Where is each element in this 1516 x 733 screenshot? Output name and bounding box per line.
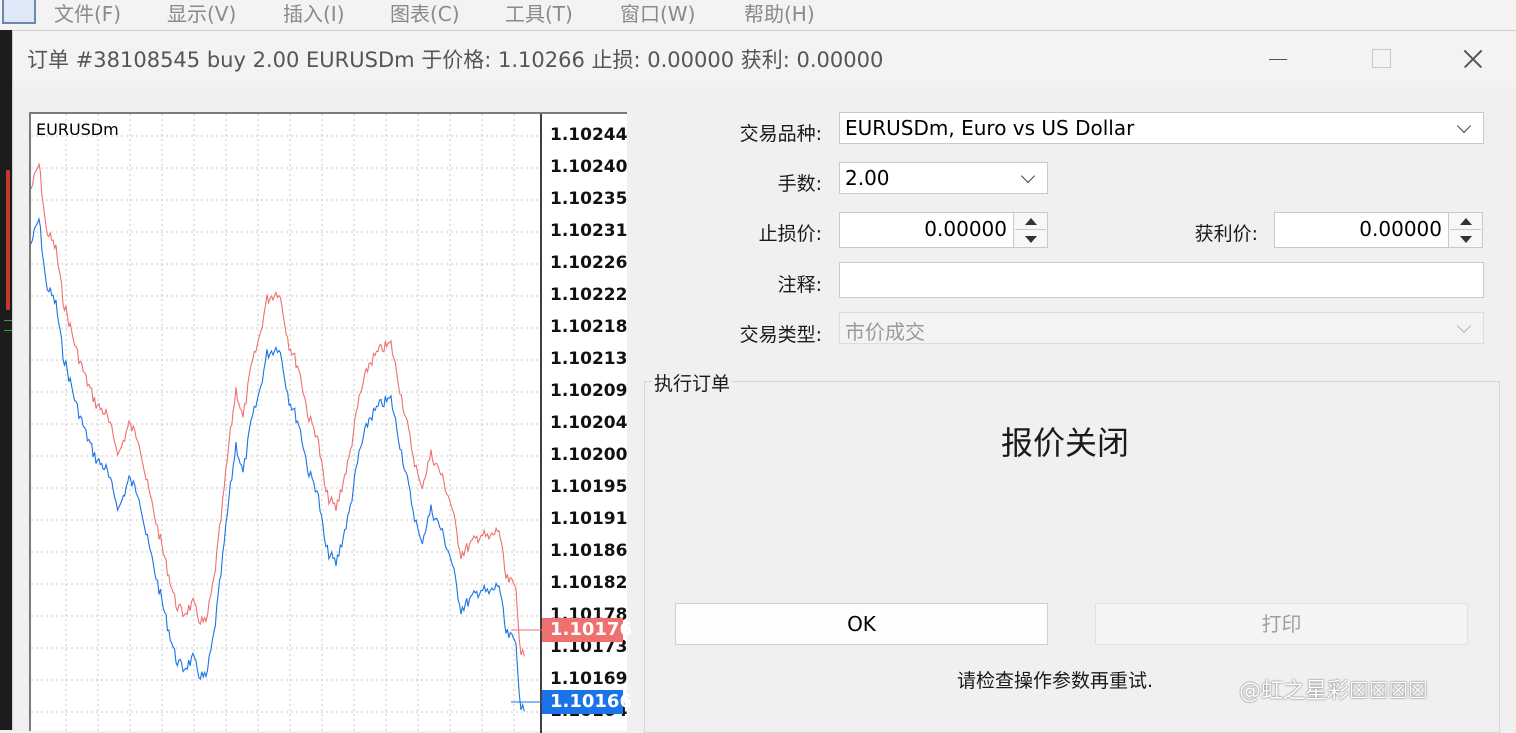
tick-chart-plot (31, 114, 543, 733)
bid-price-tag: 1.10166 (542, 690, 632, 714)
background-chart-strip (0, 30, 12, 730)
price-axis-label: 1.10204 (550, 413, 628, 433)
quote-status: 报价关闭 (1001, 424, 1130, 462)
watermark: @虹之星彩☒☒☒☒ (1239, 679, 1428, 704)
price-axis-label: 1.10240 (550, 157, 628, 177)
print-button[interactable]: 打印 (1095, 603, 1468, 645)
ok-button[interactable]: OK (675, 603, 1048, 645)
chart-grid (31, 114, 541, 733)
volume-combobox[interactable]: 2.00 (839, 162, 1048, 194)
execution-group-title: 执行订单 (652, 369, 733, 396)
price-axis-label: 1.10235 (550, 189, 628, 209)
order-type-label: 交易类型: (739, 324, 822, 346)
price-axis-label: 1.10195 (550, 477, 628, 497)
price-axis-label: 1.10200 (550, 445, 628, 465)
menu-view[interactable]: 显示(V) (167, 0, 236, 27)
comment-label: 注释: (777, 274, 822, 296)
stop-loss-label: 止损价: (758, 223, 822, 245)
app-menubar: 文件(F) 显示(V) 插入(I) 图表(C) 工具(T) 窗口(W) 帮助(H… (0, 0, 1516, 30)
price-axis-label: 1.10213 (550, 349, 628, 369)
maximize-button[interactable] (1357, 39, 1403, 79)
chevron-down-icon (1456, 318, 1472, 334)
app-icon (2, 0, 36, 24)
price-axis-label: 1.10191 (550, 509, 628, 529)
stop-loss-value: 0.00000 (924, 217, 1007, 241)
volume-value: 2.00 (845, 166, 890, 190)
close-button[interactable] (1449, 39, 1495, 79)
volume-label: 手数: (777, 173, 822, 195)
take-profit-input[interactable]: 0.00000 (1274, 212, 1483, 248)
take-profit-value: 0.00000 (1359, 217, 1442, 241)
dialog-title: 订单 #38108545 buy 2.00 EURUSDm 于价格: 1.102… (27, 48, 884, 72)
price-axis-label: 1.10244 (550, 125, 628, 145)
error-message: 请检查操作参数再重试. (957, 670, 1154, 692)
dialog-titlebar[interactable]: 订单 #38108545 buy 2.00 EURUSDm 于价格: 1.102… (13, 31, 1516, 87)
stop-loss-input[interactable]: 0.00000 (839, 212, 1048, 248)
menu-file[interactable]: 文件(F) (54, 0, 121, 27)
spin-down-icon[interactable] (1450, 231, 1481, 248)
symbol-select[interactable]: EURUSDm, Euro vs US Dollar (839, 112, 1484, 144)
price-axis-label: 1.10186 (550, 541, 628, 561)
spin-down-icon[interactable] (1015, 231, 1046, 248)
menu-charts[interactable]: 图表(C) (390, 0, 460, 27)
price-axis-label: 1.10209 (550, 381, 628, 401)
menu-window[interactable]: 窗口(W) (620, 0, 695, 27)
spin-up-icon[interactable] (1450, 213, 1481, 230)
price-axis-label: 1.10231 (550, 221, 628, 241)
ask-price-tag: 1.10176 (542, 618, 632, 642)
tick-chart: EURUSDm 1.10244 1.10240 1.10235 1.10231 1.10… (29, 112, 632, 733)
order-dialog: 订单 #38108545 buy 2.00 EURUSDm 于价格: 1.102… (12, 30, 1516, 733)
menu-tools[interactable]: 工具(T) (505, 0, 573, 27)
price-axis-label: 1.10182 (550, 573, 628, 593)
order-type-select: 市价成交 (839, 312, 1484, 344)
chart-symbol: EURUSDm (36, 120, 119, 139)
comment-input[interactable] (839, 262, 1484, 298)
stop-loss-spinner (1013, 213, 1047, 247)
price-axis-label: 1.10226 (550, 253, 628, 273)
take-profit-spinner (1448, 213, 1482, 247)
price-axis-label: 1.10169 (550, 669, 628, 689)
price-axis-label: 1.10218 (550, 317, 628, 337)
take-profit-label: 获利价: (1194, 223, 1258, 245)
chevron-down-icon (1020, 168, 1036, 184)
price-axis-label: 1.10222 (550, 285, 628, 305)
chevron-down-icon (1456, 118, 1472, 134)
symbol-value: EURUSDm, Euro vs US Dollar (845, 116, 1135, 140)
symbol-label: 交易品种: (739, 123, 822, 145)
spin-up-icon[interactable] (1015, 213, 1046, 230)
menu-insert[interactable]: 插入(I) (283, 0, 345, 27)
order-type-value: 市价成交 (845, 320, 925, 344)
minimize-button[interactable] (1254, 39, 1300, 79)
menu-help[interactable]: 帮助(H) (744, 0, 815, 27)
